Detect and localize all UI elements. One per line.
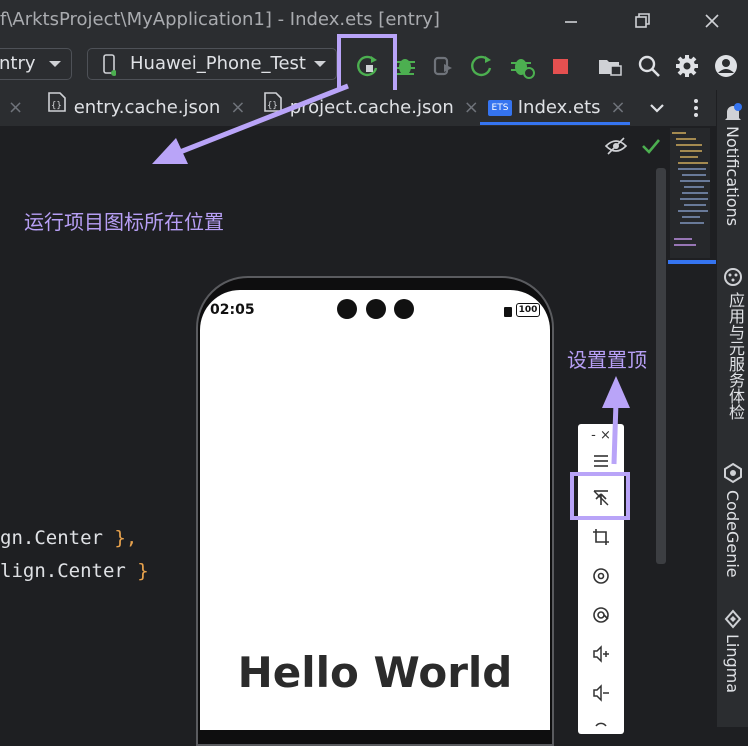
code-token: lign.Center xyxy=(0,560,126,582)
gear-icon[interactable] xyxy=(673,52,701,80)
tab-index-ets[interactable]: ETS Index.ets × xyxy=(488,90,626,126)
account-icon[interactable] xyxy=(712,52,740,80)
ets-file-icon: ETS xyxy=(488,100,512,116)
power-icon[interactable] xyxy=(578,716,624,736)
annotation-arrow-run xyxy=(152,83,349,164)
code-line: lign.Center } xyxy=(0,560,149,582)
volume-up-icon[interactable] xyxy=(578,644,624,669)
minimize-icon[interactable] xyxy=(556,6,586,36)
more-vertical-icon[interactable] xyxy=(686,97,706,123)
tab-close-icon[interactable]: × xyxy=(8,90,23,126)
notification-status-icon xyxy=(503,303,513,322)
crop-screenshot-icon[interactable] xyxy=(578,527,624,552)
status-time: 02:05 xyxy=(210,302,255,318)
rotate-icon[interactable] xyxy=(578,566,624,591)
device-select-label: Huawei_Phone_Test xyxy=(130,53,306,74)
app-check-tab[interactable]: 应用与元服务体检 xyxy=(723,292,747,420)
search-icon[interactable] xyxy=(635,52,663,80)
tab-label: Index.ets xyxy=(517,97,601,118)
svg-text:{}: {} xyxy=(51,101,62,111)
window-title: f\ArktsProject\MyApplication1] - Index.e… xyxy=(0,9,440,30)
check-icon xyxy=(640,136,662,160)
minimap[interactable] xyxy=(668,126,716,266)
hello-world-text: Hello World xyxy=(237,648,513,697)
right-tool-window-bar: Notifications 应用与元服务体检 CodeGenie Lingma xyxy=(716,90,748,727)
attach-debugger-icon[interactable] xyxy=(430,52,458,80)
lingma-tab[interactable]: Lingma xyxy=(723,634,742,693)
module-select-label: ntry xyxy=(0,53,36,74)
bell-icon[interactable] xyxy=(722,102,744,128)
app-check-icon[interactable] xyxy=(722,266,744,292)
code-token: }, xyxy=(102,527,138,549)
phone-device-icon xyxy=(102,53,117,87)
code-line: gn.Center }, xyxy=(0,527,137,549)
front-camera-icon xyxy=(394,299,414,319)
eye-slash-icon[interactable] xyxy=(604,136,628,160)
tab-close-icon[interactable]: × xyxy=(611,97,626,118)
annotation-pin-top: 设置置顶 xyxy=(567,348,647,372)
volume-down-icon[interactable] xyxy=(578,683,624,708)
battery-indicator: 100 xyxy=(516,303,540,317)
location-icon[interactable] xyxy=(578,605,624,630)
annotation-run-location: 运行项目图标所在位置 xyxy=(24,210,224,234)
tab-close-icon[interactable]: × xyxy=(464,97,479,118)
apply-changes-icon[interactable] xyxy=(468,52,496,80)
notifications-tab[interactable]: Notifications xyxy=(723,126,742,226)
main-toolbar: ntry Huawei_Phone_Test xyxy=(0,34,748,94)
active-tab-indicator xyxy=(480,122,630,125)
lingma-icon[interactable] xyxy=(722,608,744,634)
vertical-scrollbar[interactable] xyxy=(656,168,666,564)
pin-to-top-highlight xyxy=(570,472,630,520)
front-sensor-icon xyxy=(366,299,386,319)
device-select[interactable]: Huawei_Phone_Test xyxy=(87,48,337,80)
json-file-icon: {} xyxy=(46,90,68,126)
code-token: } xyxy=(125,560,149,582)
code-token: gn.Center xyxy=(0,527,103,549)
tabs-overflow-chevron-icon[interactable] xyxy=(646,98,668,122)
project-structure-icon[interactable] xyxy=(596,52,624,80)
restore-icon[interactable] xyxy=(627,6,657,36)
chevron-down-icon xyxy=(47,49,63,89)
annotation-arrow-pin xyxy=(602,376,630,465)
codegenie-tab[interactable]: CodeGenie xyxy=(723,490,742,578)
debug-restart-icon[interactable] xyxy=(508,52,536,80)
module-select[interactable]: ntry xyxy=(0,48,72,80)
front-camera-icon xyxy=(337,299,357,319)
codegenie-icon[interactable] xyxy=(722,462,744,488)
stop-icon[interactable] xyxy=(547,52,575,80)
close-icon[interactable] xyxy=(697,6,727,36)
